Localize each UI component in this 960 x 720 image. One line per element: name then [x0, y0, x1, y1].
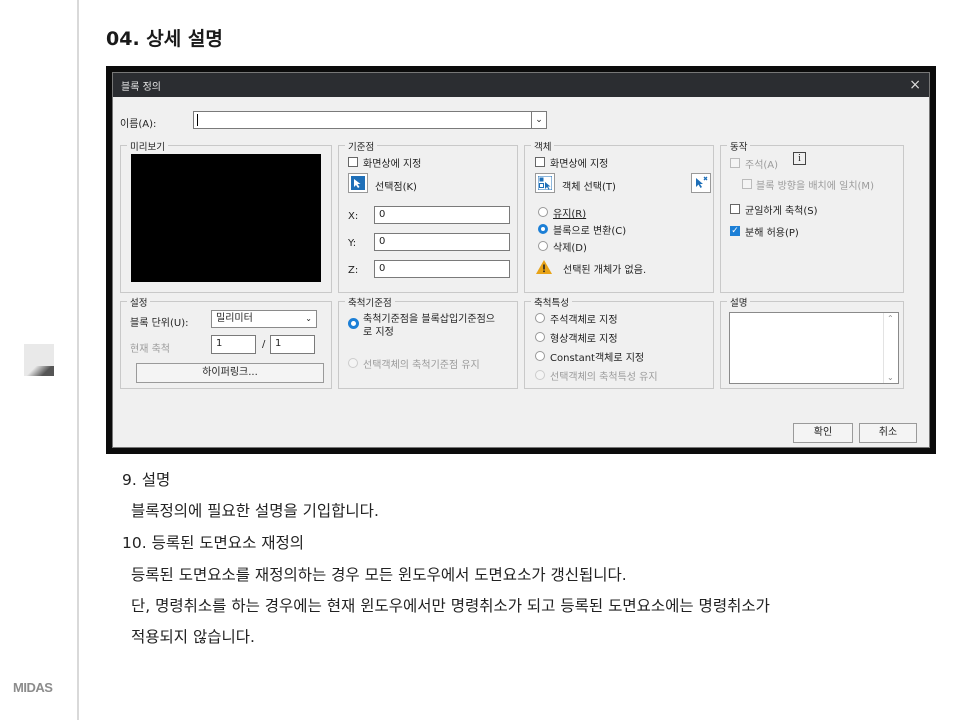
select-objects-button[interactable]	[535, 173, 555, 193]
retain-label: 유지(R)	[553, 205, 586, 220]
hyperlink-button[interactable]: 하이퍼링크...	[136, 363, 324, 383]
info-icon[interactable]: i	[793, 152, 806, 165]
match-orientation-label: 블록 방향을 배치에 일치(M)	[756, 181, 874, 192]
base-specify-on-screen-label: 화면상에 지정	[363, 159, 422, 170]
pick-point-button[interactable]	[348, 173, 368, 193]
chevron-down-icon: ⌄	[305, 314, 312, 323]
item9-text: 블록정의에 필요한 설명을 기입합니다.	[131, 502, 379, 520]
annotative-object-radio[interactable]	[535, 313, 545, 323]
quick-select-button[interactable]	[691, 173, 711, 193]
keep-scale-prop-radio[interactable]	[535, 370, 545, 380]
block-preview	[131, 154, 321, 282]
convert-to-block-radio[interactable]	[538, 224, 548, 234]
delete-radio[interactable]	[538, 241, 548, 251]
annotative-checkbox[interactable]	[730, 158, 740, 168]
constant-object-label: Constant객체로 지정	[550, 353, 645, 364]
preview-group: 미리보기	[120, 139, 332, 293]
allow-explode-checkbox[interactable]: ✓	[730, 226, 740, 236]
scale-uniformly-checkbox[interactable]	[730, 204, 740, 214]
annotative-label: 주석(A)	[745, 160, 779, 171]
quick-select-icon	[694, 176, 708, 190]
block-unit-label: 블록 단위(U):	[130, 318, 189, 329]
chevron-down-icon[interactable]: ⌄	[531, 111, 547, 129]
item9-heading: 9. 설명	[122, 471, 171, 489]
dialog-screenshot: 블록 정의 × 이름(A): ⌄ 미리보기 기준점 화면상에 지정 선택점(K)…	[106, 66, 936, 454]
objects-specify-on-screen-label: 화면상에 지정	[550, 159, 609, 170]
base-point-group: 기준점 화면상에 지정 선택점(K) X: 0 Y: 0 Z: 0	[338, 139, 518, 293]
retain-radio[interactable]	[538, 207, 548, 217]
scale-base-insert-label-2: 로 지정	[363, 327, 394, 338]
select-objects-label: 객체 선택(T)	[562, 182, 616, 193]
cancel-button[interactable]: 취소	[859, 423, 917, 443]
block-unit-value: 밀리미터	[216, 313, 253, 324]
y-label: Y:	[348, 238, 357, 249]
description-scrollbar[interactable]: ⌃ ⌄	[883, 313, 898, 383]
dialog-titlebar: 블록 정의 ×	[113, 73, 929, 97]
dialog-title: 블록 정의	[121, 81, 161, 93]
keep-scale-base-label: 선택객체의 축척기준점 유지	[363, 360, 480, 371]
settings-group-title: 설정	[127, 295, 151, 309]
preview-group-title: 미리보기	[127, 139, 168, 153]
name-input[interactable]	[193, 111, 533, 129]
description-group: 설명 ⌃ ⌄	[720, 295, 904, 389]
z-label: Z:	[348, 265, 359, 276]
scale-separator: /	[262, 339, 266, 350]
midas-logo: MIDAS	[13, 680, 53, 695]
scale-base-point-group: 축척기준점 축척기준점을 블록삽입기준점으 로 지정 선택객체의 축척기준점 유…	[338, 295, 518, 389]
item10-heading: 10. 등록된 도면요소 재정의	[122, 534, 305, 552]
scroll-down-icon[interactable]: ⌄	[887, 373, 894, 382]
shape-object-radio[interactable]	[535, 332, 545, 342]
annotative-object-label: 주석객체로 지정	[550, 315, 618, 326]
pick-point-label: 선택점(K)	[375, 182, 417, 193]
objects-group: 객체 화면상에 지정 객체 선택(T) 유지(R) 블록으로 변환(C) 삭제(…	[524, 139, 714, 293]
scale-properties-group-title: 축척특성	[531, 295, 572, 309]
item10-line1: 등록된 도면요소를 재정의하는 경우 모든 윈도우에서 도면요소가 갱신됩니다.	[131, 566, 627, 584]
keep-scale-prop-label: 선택객체의 축척특성 유지	[550, 372, 658, 383]
item10-line2: 단, 명령취소를 하는 경우에는 현재 윈도우에서만 명령취소가 되고 등록된 …	[131, 597, 770, 615]
delete-label: 삭제(D)	[553, 243, 587, 254]
base-point-group-title: 기준점	[345, 139, 378, 153]
allow-explode-label: 분해 허용(P)	[745, 228, 799, 239]
scale-properties-group: 축척특성 주석객체로 지정 형상객체로 지정 Constant객체로 지정 선택…	[524, 295, 714, 389]
retain-label-text: 유지(R)	[553, 209, 587, 220]
item10-line3: 적용되지 않습니다.	[131, 628, 255, 646]
match-orientation-checkbox[interactable]	[742, 179, 752, 189]
description-group-title: 설명	[727, 295, 751, 309]
keep-scale-base-radio[interactable]	[348, 358, 358, 368]
warning-icon	[536, 260, 552, 274]
name-label: 이름(A):	[120, 119, 157, 130]
base-specify-on-screen-checkbox[interactable]	[348, 157, 358, 167]
z-field[interactable]: 0	[374, 260, 510, 278]
objects-specify-on-screen-checkbox[interactable]	[535, 157, 545, 167]
scale-numerator-field[interactable]: 1	[211, 335, 256, 354]
ok-button[interactable]: 확인	[793, 423, 853, 443]
x-label: X:	[348, 211, 359, 222]
scroll-up-icon[interactable]: ⌃	[887, 314, 894, 323]
shape-object-label: 형상객체로 지정	[550, 334, 618, 345]
behavior-group: 동작 주석(A) i 블록 방향을 배치에 일치(M) 균일하게 축척(S) ✓…	[720, 139, 904, 293]
left-divider	[77, 0, 79, 720]
behavior-group-title: 동작	[727, 139, 751, 153]
settings-group: 설정 블록 단위(U): 밀리미터 ⌄ 현재 축척 1 / 1 하이퍼링크...	[120, 295, 332, 389]
scale-base-insert-radio[interactable]	[348, 318, 359, 329]
block-definition-dialog: 블록 정의 × 이름(A): ⌄ 미리보기 기준점 화면상에 지정 선택점(K)…	[112, 72, 930, 448]
page-thumbnail-icon[interactable]	[24, 344, 54, 376]
text-caret	[197, 114, 198, 126]
scale-base-point-group-title: 축척기준점	[345, 295, 395, 309]
description-field[interactable]: ⌃ ⌄	[729, 312, 899, 384]
constant-object-radio[interactable]	[535, 351, 545, 361]
block-unit-select[interactable]: 밀리미터 ⌄	[211, 310, 317, 328]
scale-uniformly-label: 균일하게 축척(S)	[745, 206, 818, 217]
pick-point-icon	[351, 176, 365, 190]
y-field[interactable]: 0	[374, 233, 510, 251]
close-icon[interactable]: ×	[909, 77, 921, 93]
current-scale-label: 현재 축척	[130, 344, 170, 355]
x-field[interactable]: 0	[374, 206, 510, 224]
select-objects-icon	[538, 176, 552, 190]
no-selection-warning: 선택된 개체가 없음.	[563, 265, 647, 276]
section-title: 04. 상세 설명	[106, 28, 223, 50]
scale-denominator-field[interactable]: 1	[270, 335, 315, 354]
convert-to-block-label: 블록으로 변환(C)	[553, 226, 627, 237]
objects-group-title: 객체	[531, 139, 555, 153]
